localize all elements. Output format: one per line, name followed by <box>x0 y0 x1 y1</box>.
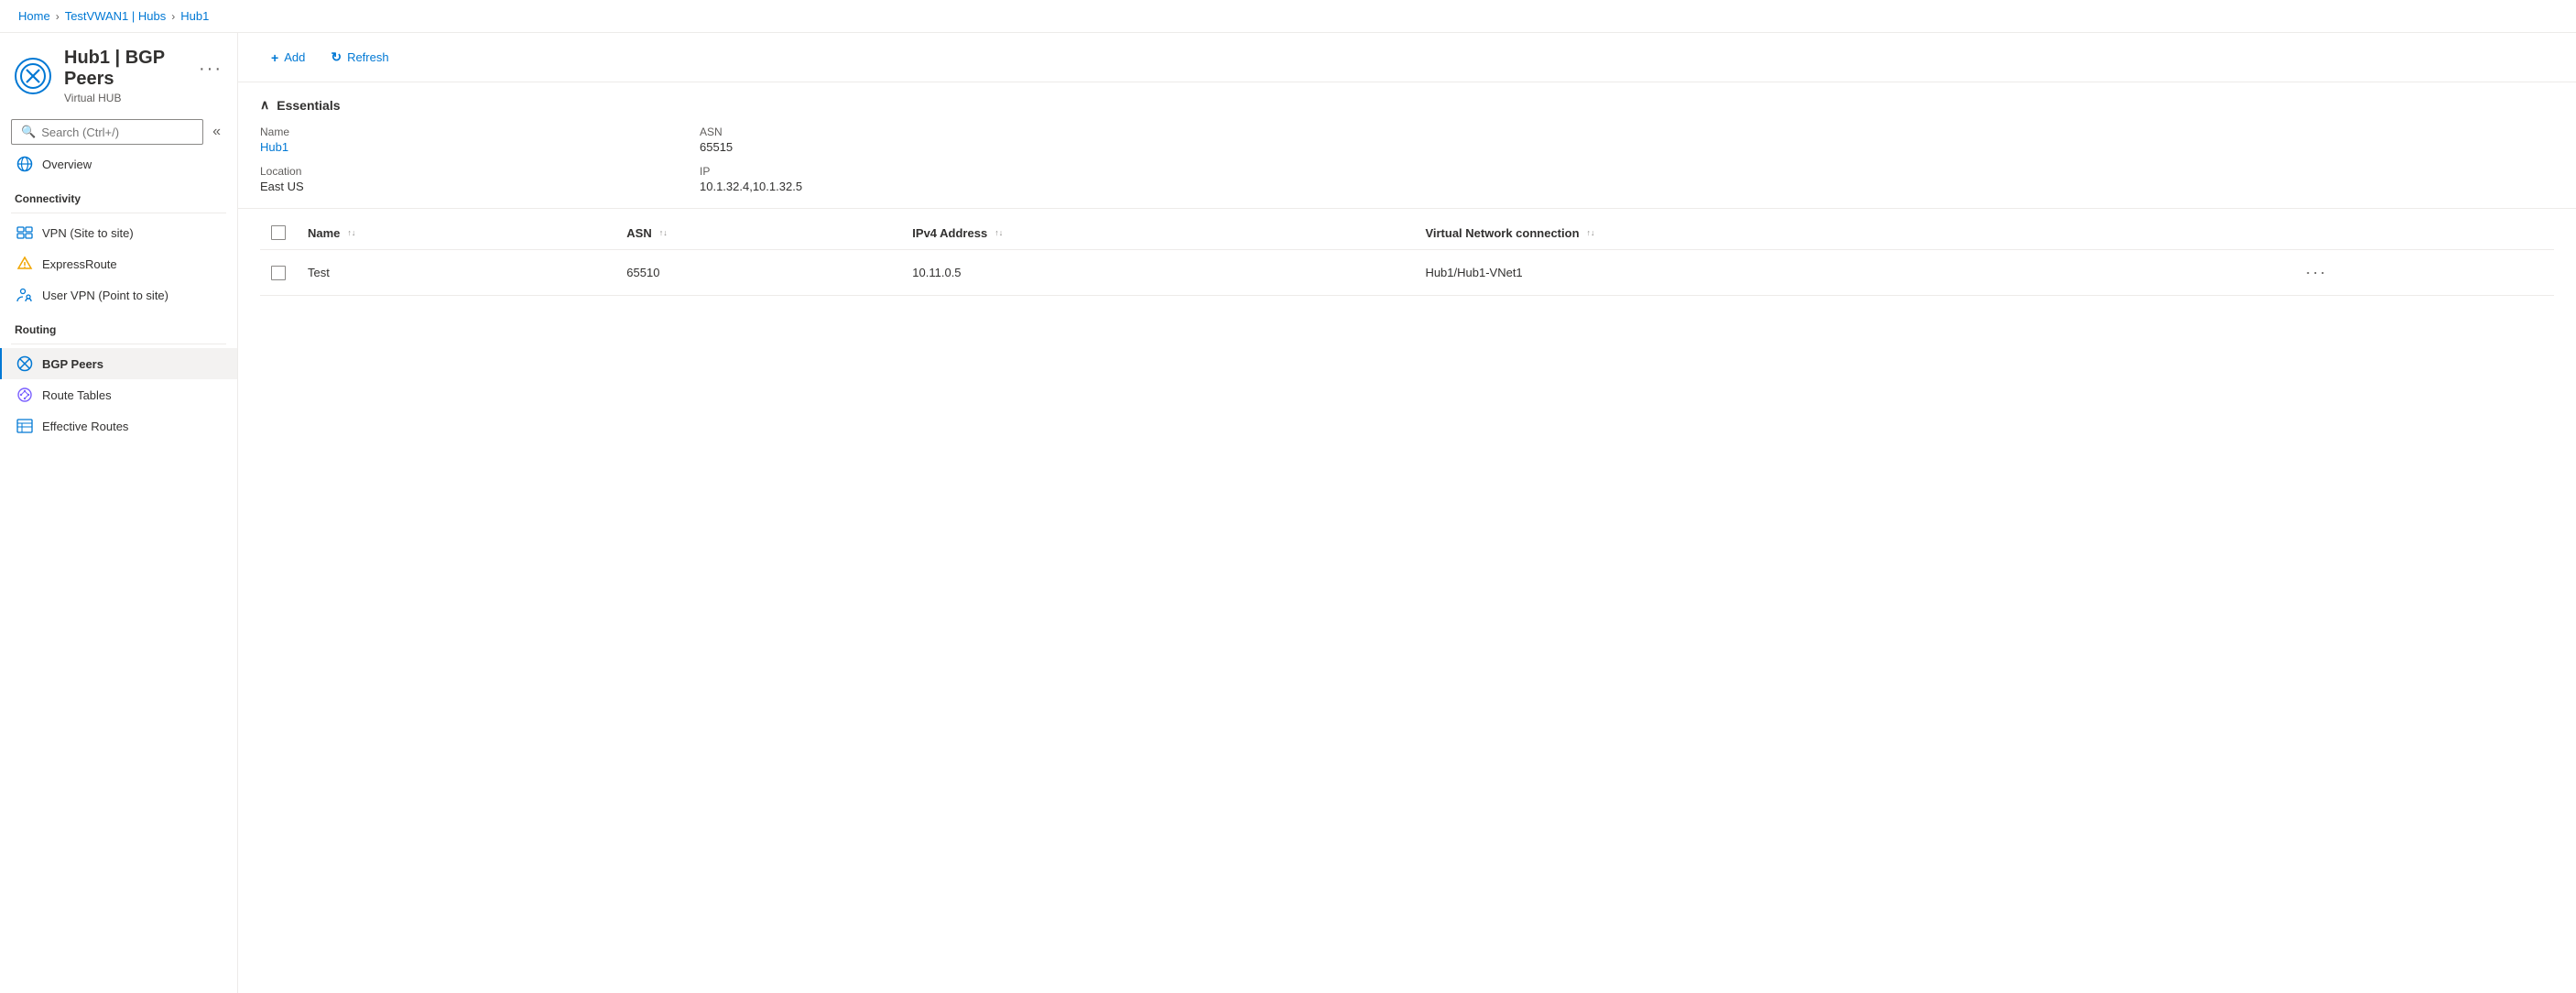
table-row: Test 65510 10.11.0.5 Hub1/Hub1-VNet1 ··· <box>260 250 2554 296</box>
sidebar-item-vpn-label: VPN (Site to site) <box>42 226 134 240</box>
title-row: Hub1 | BGP Peers ··· <box>64 48 223 90</box>
essentials-label: Essentials <box>277 98 340 113</box>
sidebar-item-bgp-label: BGP Peers <box>42 357 103 371</box>
globe-icon <box>16 156 33 172</box>
essentials-location-value: East US <box>260 180 645 193</box>
col-asn-sort[interactable]: ↑↓ <box>659 229 668 237</box>
table-header-checkbox-cell <box>260 216 297 250</box>
essentials-ip-label: IP <box>700 165 1084 178</box>
content-area: + Add ↻ Refresh ∧ Essentials Name <box>238 33 2576 993</box>
row-name: Test <box>297 250 615 296</box>
sidebar-item-effective-routes-label: Effective Routes <box>42 420 128 433</box>
breadcrumb-sep-2: › <box>171 10 175 23</box>
row-more-button[interactable]: ··· <box>2298 261 2334 284</box>
essentials-asn-value: 65515 <box>700 140 1084 154</box>
row-actions: ··· <box>2287 250 2554 296</box>
sidebar-item-route-tables[interactable]: Route Tables <box>0 379 237 410</box>
breadcrumb-hub1[interactable]: Hub1 <box>180 9 209 23</box>
page-title: Hub1 | BGP Peers <box>64 48 191 90</box>
search-icon: 🔍 <box>21 125 36 139</box>
essentials-section: ∧ Essentials Name Hub1 ASN 65515 <box>238 82 2576 209</box>
sidebar-search-row: 🔍 « <box>11 119 226 145</box>
col-vnet-sort[interactable]: ↑↓ <box>1587 229 1595 237</box>
bgp-peers-table: Name ↑↓ ASN ↑↓ <box>260 216 2554 296</box>
essentials-asn-field: ASN 65515 <box>700 125 1084 154</box>
breadcrumb: Home › TestVWAN1 | Hubs › Hub1 <box>0 0 2576 33</box>
sidebar-item-vpn[interactable]: VPN (Site to site) <box>0 217 237 248</box>
page-title-group: Hub1 | BGP Peers ··· Virtual HUB <box>64 48 223 104</box>
sidebar-section-connectivity: Connectivity <box>0 180 237 209</box>
essentials-grid: Name Hub1 ASN 65515 Location East US <box>260 125 1084 193</box>
route-tables-icon <box>16 387 33 403</box>
essentials-chevron-icon: ∧ <box>260 97 269 113</box>
vpn-icon <box>16 224 33 241</box>
refresh-label: Refresh <box>347 50 389 64</box>
col-name-label: Name <box>308 226 340 240</box>
more-options-icon[interactable]: ··· <box>199 59 223 80</box>
search-input[interactable] <box>41 125 193 139</box>
toolbar: + Add ↻ Refresh <box>238 33 2576 82</box>
expressroute-icon <box>16 256 33 272</box>
essentials-ip-value: 10.1.32.4,10.1.32.5 <box>700 180 1084 193</box>
select-all-checkbox[interactable] <box>271 225 286 240</box>
add-button[interactable]: + Add <box>260 45 316 71</box>
sidebar-item-route-tables-label: Route Tables <box>42 388 112 402</box>
sidebar-section-routing: Routing <box>0 311 237 340</box>
essentials-name-field: Name Hub1 <box>260 125 645 154</box>
table-header-vnet: Virtual Network connection ↑↓ <box>1414 216 2287 250</box>
essentials-name-value[interactable]: Hub1 <box>260 140 645 154</box>
page-header: Hub1 | BGP Peers ··· Virtual HUB <box>0 33 237 112</box>
table-header-ipv4: IPv4 Address ↑↓ <box>901 216 1414 250</box>
refresh-icon: ↻ <box>331 49 342 65</box>
user-vpn-icon <box>16 287 33 303</box>
col-name-sort[interactable]: ↑↓ <box>347 229 355 237</box>
add-label: Add <box>284 50 305 64</box>
sidebar: Hub1 | BGP Peers ··· Virtual HUB 🔍 « <box>0 33 238 993</box>
row-asn: 65510 <box>615 250 901 296</box>
page-subtitle: Virtual HUB <box>64 92 223 104</box>
row-vnet: Hub1/Hub1-VNet1 <box>1414 250 2287 296</box>
col-asn-label: ASN <box>626 226 651 240</box>
table-header-row: Name ↑↓ ASN ↑↓ <box>260 216 2554 250</box>
essentials-header[interactable]: ∧ Essentials <box>260 97 2554 113</box>
sidebar-item-overview[interactable]: Overview <box>0 148 237 180</box>
col-vnet-label: Virtual Network connection <box>1425 226 1579 240</box>
essentials-ip-field: IP 10.1.32.4,10.1.32.5 <box>700 165 1084 193</box>
bgp-icon <box>16 355 33 372</box>
essentials-name-label: Name <box>260 125 645 138</box>
sidebar-item-uservpn-label: User VPN (Point to site) <box>42 289 168 302</box>
sidebar-item-expressroute[interactable]: ExpressRoute <box>0 248 237 279</box>
col-ipv4-sort[interactable]: ↑↓ <box>995 229 1003 237</box>
table-section: Name ↑↓ ASN ↑↓ <box>238 216 2576 296</box>
essentials-location-field: Location East US <box>260 165 645 193</box>
breadcrumb-home[interactable]: Home <box>18 9 50 23</box>
hub-icon-svg <box>20 63 46 89</box>
add-icon: + <box>271 50 278 65</box>
refresh-button[interactable]: ↻ Refresh <box>320 44 399 71</box>
page-icon <box>15 58 51 94</box>
main-area: Hub1 | BGP Peers ··· Virtual HUB 🔍 « <box>0 33 2576 993</box>
sidebar-collapse-button[interactable]: « <box>207 122 226 142</box>
sidebar-item-bgp-peers[interactable]: BGP Peers <box>0 348 237 379</box>
row-ipv4: 10.11.0.5 <box>901 250 1414 296</box>
row-select-checkbox[interactable] <box>271 266 286 280</box>
sidebar-item-uservpn[interactable]: User VPN (Point to site) <box>0 279 237 311</box>
breadcrumb-vwan[interactable]: TestVWAN1 | Hubs <box>65 9 167 23</box>
row-checkbox-cell <box>260 250 297 296</box>
sidebar-item-overview-label: Overview <box>42 158 92 171</box>
app-layout: Home › TestVWAN1 | Hubs › Hub1 <box>0 0 2576 993</box>
table-header-actions <box>2287 216 2554 250</box>
sidebar-item-effective-routes[interactable]: Effective Routes <box>0 410 237 442</box>
breadcrumb-sep-1: › <box>56 10 60 23</box>
col-ipv4-label: IPv4 Address <box>912 226 987 240</box>
table-header-asn: ASN ↑↓ <box>615 216 901 250</box>
sidebar-item-expressroute-label: ExpressRoute <box>42 257 117 271</box>
essentials-asn-label: ASN <box>700 125 1084 138</box>
effective-routes-icon <box>16 418 33 434</box>
table-header-name: Name ↑↓ <box>297 216 615 250</box>
sidebar-search-container: 🔍 <box>11 119 203 145</box>
essentials-location-label: Location <box>260 165 645 178</box>
